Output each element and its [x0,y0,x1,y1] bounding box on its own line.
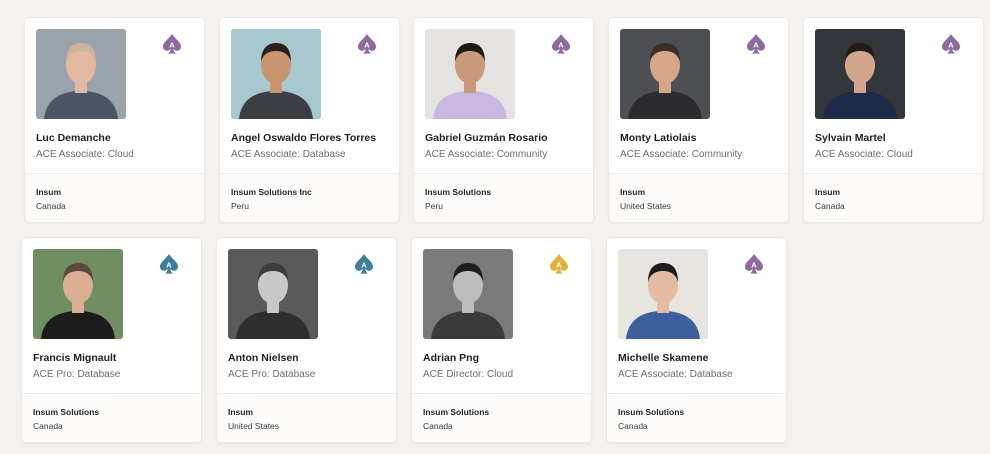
member-country: Canada [33,421,63,431]
svg-text:A: A [948,41,954,50]
member-card[interactable]: A Adrian Png ACE Director: Cloud Insum Solu… [411,237,592,443]
member-company: Insum Solutions [423,407,490,417]
svg-text:A: A [753,41,759,50]
member-photo [33,249,123,339]
member-country: Canada [815,201,845,211]
member-card[interactable]: A Monty Latiolais ACE Associate: Community… [608,17,789,223]
member-country: Canada [423,421,453,431]
member-card[interactable]: A Angel Oswaldo Flores Torres ACE Associat… [219,17,400,223]
member-name[interactable]: Luc Demanche [36,132,201,144]
member-company: Insum [228,407,254,417]
member-ace-level: ACE Associate: Cloud [815,149,913,160]
member-card[interactable]: A Luc Demanche ACE Associate: Cloud Insum Ca… [24,17,205,223]
member-photo [36,29,126,119]
member-name[interactable]: Gabriel Guzmán Rosario [425,132,590,144]
svg-text:A: A [751,261,757,270]
member-ace-level: ACE Director: Cloud [423,369,514,380]
member-card[interactable]: A Michelle Skamene ACE Associate: Database… [606,237,787,443]
member-photo [231,29,321,119]
member-photo [423,249,513,339]
member-name[interactable]: Adrian Png [423,352,588,364]
ace-associate-icon: A [940,33,962,55]
member-footer: Insum Solutions Canada [607,393,786,442]
member-company: Insum Solutions [425,187,492,197]
svg-text:A: A [361,261,367,270]
member-ace-level: ACE Pro: Database [228,369,316,380]
svg-text:A: A [558,41,564,50]
ace-associate-icon: A [356,33,378,55]
member-ace-level: ACE Associate: Community [425,149,548,160]
member-footer: Insum United States [609,173,788,222]
member-footer: Insum United States [217,393,396,442]
member-photo [425,29,515,119]
member-footer: Insum Canada [804,173,983,222]
member-photo [815,29,905,119]
member-ace-level: ACE Associate: Community [620,149,743,160]
ace-associate-icon: A [743,253,765,275]
member-company: Insum [815,187,841,197]
ace-associate-icon: A [550,33,572,55]
member-photo [620,29,710,119]
member-name[interactable]: Monty Latiolais [620,132,785,144]
ace-associate-icon: A [161,33,183,55]
member-name[interactable]: Francis Mignault [33,352,198,364]
member-company: Insum Solutions [618,407,685,417]
member-card[interactable]: A Anton Nielsen ACE Pro: Database Insum Unit… [216,237,397,443]
member-company: Insum Solutions Inc [231,187,312,197]
member-name[interactable]: Angel Oswaldo Flores Torres [231,132,396,144]
member-photo [228,249,318,339]
member-company: Insum [36,187,62,197]
member-photo [618,249,708,339]
member-ace-level: ACE Associate: Database [231,149,346,160]
member-card[interactable]: A Francis Mignault ACE Pro: Database Insum … [21,237,202,443]
svg-text:A: A [166,261,172,270]
ace-member-grid: A Luc Demanche ACE Associate: Cloud Insum Ca… [0,0,990,454]
member-name[interactable]: Sylvain Martel [815,132,980,144]
member-company: Insum Solutions [33,407,100,417]
member-ace-level: ACE Pro: Database [33,369,121,380]
member-country: Peru [425,201,443,211]
member-country: United States [620,201,672,211]
ace-director-icon: A [548,253,570,275]
svg-text:A: A [169,41,175,50]
member-company: Insum [620,187,646,197]
member-footer: Insum Solutions Canada [22,393,201,442]
ace-pro-icon: A [353,253,375,275]
svg-text:A: A [364,41,370,50]
ace-pro-icon: A [158,253,180,275]
member-name[interactable]: Michelle Skamene [618,352,783,364]
member-country: Peru [231,201,249,211]
member-footer: Insum Solutions Canada [412,393,591,442]
member-ace-level: ACE Associate: Cloud [36,149,134,160]
ace-associate-icon: A [745,33,767,55]
member-country: Canada [618,421,648,431]
svg-text:A: A [556,261,562,270]
member-card[interactable]: A Gabriel Guzmán Rosario ACE Associate: Co… [413,17,594,223]
member-country: United States [228,421,280,431]
member-card[interactable]: A Sylvain Martel ACE Associate: Cloud Insum… [803,17,984,223]
member-footer: Insum Solutions Peru [414,173,593,222]
member-footer: Insum Canada [25,173,204,222]
member-name[interactable]: Anton Nielsen [228,352,393,364]
member-footer: Insum Solutions Inc Peru [220,173,399,222]
member-ace-level: ACE Associate: Database [618,369,733,380]
member-country: Canada [36,201,66,211]
